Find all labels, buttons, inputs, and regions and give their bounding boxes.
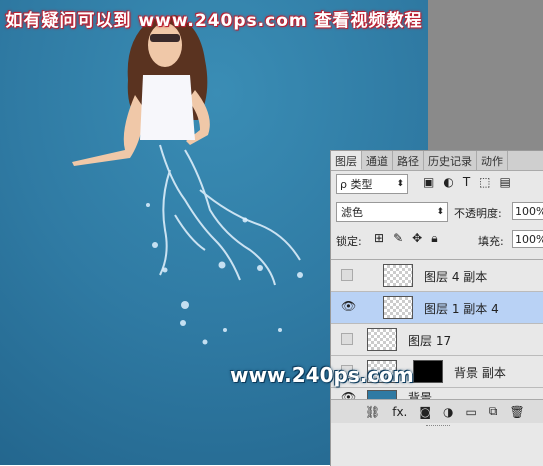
tab-channels[interactable]: 通道: [362, 151, 393, 170]
layers-panel: 图层 通道 路径 历史记录 动作 ρ 类型 ⬍ ▣ ◐ T ⬚ ▤ 滤色 ⬍ 不…: [330, 150, 543, 466]
tab-history[interactable]: 历史记录: [424, 151, 477, 170]
folder-icon[interactable]: ▭: [466, 405, 477, 419]
opacity-field[interactable]: 100%: [512, 202, 543, 220]
adjustment-filter-icon[interactable]: ◐: [443, 175, 453, 189]
fx-icon[interactable]: fx.: [392, 405, 407, 419]
layer-row[interactable]: 图层 4 副本: [331, 260, 543, 292]
fill-label: 填充:: [478, 235, 504, 248]
tutorial-banner: 如有疑问可以到 www.240ps.com 查看视频教程: [5, 11, 423, 31]
site-watermark: www.240ps.com: [230, 363, 414, 387]
lock-icons: ⊞ ✎ ✥ 🔒︎: [374, 231, 438, 246]
left-arm-shape: [72, 95, 145, 166]
shape-filter-icon[interactable]: ⬚: [479, 175, 490, 189]
blend-mode-value: 滤色: [341, 206, 363, 219]
tab-actions[interactable]: 动作: [477, 151, 508, 170]
water-droplets: [146, 203, 303, 345]
white-top-shape: [140, 75, 195, 140]
trash-icon[interactable]: 🗑︎: [509, 405, 524, 419]
chevron-updown-icon: ⬍: [396, 179, 404, 189]
filter-icons: ▣ ◐ T ⬚ ▤: [423, 175, 511, 189]
chevron-updown-icon: ⬍: [436, 207, 444, 217]
layer-row[interactable]: 👁︎ 图层 1 副本 4: [331, 292, 543, 324]
image-filter-icon[interactable]: ▣: [423, 175, 434, 189]
type-filter-icon[interactable]: T: [463, 175, 470, 189]
mask-icon[interactable]: ◙: [419, 405, 431, 419]
layer-name: 图层 1 副本 4: [424, 302, 499, 316]
resize-grip[interactable]: [426, 425, 450, 429]
panel-tabs: 图层 通道 路径 历史记录 动作: [331, 151, 543, 171]
smart-object-filter-icon[interactable]: ▤: [500, 175, 511, 189]
layer-name: 图层 17: [408, 334, 452, 348]
layer-thumbnail: [383, 264, 413, 287]
layer-mask-thumbnail[interactable]: [413, 360, 443, 383]
tab-paths[interactable]: 路径: [393, 151, 424, 170]
lock-all-icon[interactable]: 🔒︎: [431, 231, 437, 246]
new-layer-icon[interactable]: ⧉: [489, 404, 498, 419]
visibility-toggle[interactable]: [341, 269, 353, 281]
layer-name: 图层 4 副本: [424, 270, 488, 284]
lock-transparency-icon[interactable]: ⊞: [374, 231, 384, 246]
link-icon[interactable]: ⛓︎: [365, 405, 380, 419]
blend-mode-select[interactable]: 滤色 ⬍: [336, 202, 448, 222]
panel-footer: ⛓︎ fx. ◙ ◑ ▭ ⧉ 🗑︎: [331, 399, 543, 423]
lock-move-icon[interactable]: ✥: [412, 231, 422, 246]
lock-brush-icon[interactable]: ✎: [393, 231, 403, 246]
blend-row: 滤色 ⬍ 不透明度: 100%: [331, 201, 543, 223]
adjustment-icon[interactable]: ◑: [443, 405, 453, 419]
kind-filter-select[interactable]: ρ 类型 ⬍: [336, 174, 408, 194]
lock-label: 锁定:: [336, 235, 362, 248]
tab-layers[interactable]: 图层: [331, 151, 362, 170]
sunglasses-shape: [150, 34, 180, 42]
layer-row[interactable]: 图层 17: [331, 324, 543, 356]
kind-filter-label: ρ 类型: [340, 178, 373, 191]
eye-icon[interactable]: 👁︎: [341, 299, 356, 313]
opacity-label: 不透明度:: [454, 207, 502, 220]
lock-row: 锁定: ⊞ ✎ ✥ 🔒︎ 填充: 100%: [331, 229, 543, 251]
water-splash-shape: [159, 144, 301, 286]
layer-name: 背景 副本: [454, 366, 506, 380]
layer-thumbnail: [367, 328, 397, 351]
layer-thumbnail: [383, 296, 413, 319]
fill-field[interactable]: 100%: [512, 230, 543, 248]
visibility-toggle[interactable]: [341, 333, 353, 345]
filter-row: ρ 类型 ⬍ ▣ ◐ T ⬚ ▤: [331, 173, 543, 195]
